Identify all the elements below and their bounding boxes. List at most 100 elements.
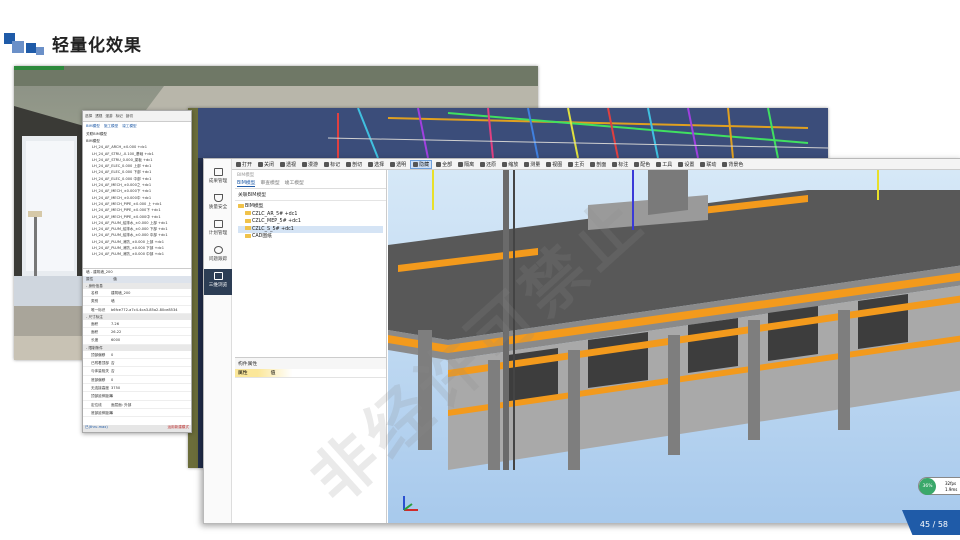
toolbar-button[interactable]: 配色 xyxy=(632,160,652,169)
toolbar-button[interactable]: 背景色 xyxy=(720,160,745,169)
toolbar-button[interactable]: 全部 xyxy=(434,160,454,169)
property-row: 底部延伸距离 0 xyxy=(83,409,191,418)
toolbar-item[interactable]: 标记 xyxy=(116,114,123,119)
toolbar-button[interactable]: 选择 xyxy=(366,160,386,169)
property-value: 面层面: 外部 xyxy=(111,402,132,407)
zoom-control[interactable]: 36% 32fps 1.9ms xyxy=(918,477,960,495)
toolbar-label: 剖切 xyxy=(352,161,363,168)
element-title: 墙 - 建筑墙_200 xyxy=(83,268,191,276)
toolbar-button[interactable]: 还原 xyxy=(478,160,498,169)
property-key: 底部延伸距离 xyxy=(91,410,113,415)
toolbar-button[interactable]: 剖面 xyxy=(588,160,608,169)
toolbar-item[interactable]: 漫游 xyxy=(105,114,112,119)
toolbar-button[interactable]: 打开 xyxy=(234,160,254,169)
toolbar-button[interactable]: 透视 xyxy=(278,160,298,169)
pin-icon xyxy=(324,161,330,167)
toolbar-button[interactable]: 透明 xyxy=(388,160,408,169)
hide-icon xyxy=(413,161,419,167)
toolbar-label: 视图 xyxy=(552,161,563,168)
tab-review-model[interactable]: 审查模型 xyxy=(260,179,279,187)
toolbar-button[interactable]: 标记 xyxy=(322,160,342,169)
plane-icon xyxy=(590,161,596,167)
tab-completion[interactable]: 竣工模型 xyxy=(122,124,136,129)
property-value: 0 xyxy=(111,410,114,415)
company-logo xyxy=(4,33,46,57)
toolbar-label: 测量 xyxy=(530,161,541,168)
toolbar-button[interactable]: 联动 xyxy=(698,160,718,169)
model-tree: BIM模型 LH_24_AF_ARCH_±0.000 +dc1 LH_24_AF_S… xyxy=(83,138,191,268)
toolbar-item[interactable]: 选择 xyxy=(85,114,92,119)
target-icon xyxy=(213,246,223,254)
toolbar-button[interactable]: 设置 xyxy=(676,160,696,169)
toolbar-item[interactable]: 透视 xyxy=(95,114,102,119)
tree-item[interactable]: CZLC_AR_5# +dc1 xyxy=(238,211,383,219)
header-property: 属性 xyxy=(86,277,94,281)
toolbar-button[interactable]: 缩放 xyxy=(500,160,520,169)
shield-icon xyxy=(213,194,223,202)
home-icon xyxy=(568,161,574,167)
nav-plan[interactable]: 计划管理 xyxy=(204,217,232,243)
tree-label: CZLC_S_5# +dc1 xyxy=(252,226,294,232)
nav-quality[interactable]: 质量安全 xyxy=(204,191,232,217)
axis-gizmo xyxy=(403,496,418,511)
property-key: 定位线 xyxy=(91,402,102,407)
property-row: 定位线 面层面: 外部 xyxy=(83,401,191,409)
nav-issues[interactable]: 问题跟踪 xyxy=(204,243,232,269)
toolbar-label: 缩放 xyxy=(508,161,519,168)
tree-label: BIM模型 xyxy=(245,204,264,209)
property-key: 面积 xyxy=(91,330,99,335)
status-left: 已(thru.max) xyxy=(85,425,108,429)
tab-bim[interactable]: BIM模型 xyxy=(86,124,100,129)
toolbar-label: 工具 xyxy=(662,161,673,168)
toolbar-button[interactable]: 剖切 xyxy=(344,160,364,169)
toolbar-label: 标注 xyxy=(618,161,629,168)
tree-root[interactable]: BIM模型 xyxy=(238,203,383,211)
toolbar-item[interactable]: 剖切 xyxy=(126,114,133,119)
nav-results[interactable]: 成果管理 xyxy=(204,165,232,191)
toolbar-button[interactable]: 主页 xyxy=(566,160,586,169)
side-nav: 成果管理 质量安全 计划管理 问题跟踪 三维浏览 xyxy=(204,159,232,523)
zoom-icon xyxy=(502,161,508,167)
property-row: 名称 建筑墙_200 xyxy=(83,289,191,298)
toolbar-button[interactable]: 关闭 xyxy=(256,160,276,169)
all-icon xyxy=(436,161,442,167)
props-header-value: 值 xyxy=(270,371,276,376)
property-row: 已附着顶部否 xyxy=(83,359,191,368)
panel-head: BIM模型 xyxy=(237,173,255,178)
toolbar-label: 关闭 xyxy=(264,161,275,168)
toolbar-button[interactable]: 漫游 xyxy=(300,160,320,169)
tab-bim-model[interactable]: BIM模型 xyxy=(237,179,256,187)
secondary-toolbar: 选择 透视 漫游 标记 剖切 xyxy=(83,111,191,122)
folder-icon xyxy=(245,211,251,215)
section-icon xyxy=(346,161,352,167)
property-value: 0 xyxy=(111,352,114,357)
annotate-icon xyxy=(612,161,618,167)
tree-item[interactable]: CAD图纸 xyxy=(238,233,383,241)
tree-label: CAD图纸 xyxy=(252,234,272,239)
tree-label: CZLC_MEP_5# +dc1 xyxy=(252,219,301,224)
status-right[interactable]: 运用新建模式 xyxy=(167,425,189,432)
toolbar-button[interactable]: 工具 xyxy=(654,160,674,169)
toolbar-button[interactable]: 标注 xyxy=(610,160,630,169)
property-key: 唯一标识 xyxy=(91,307,106,312)
tree-title: 关联BIM模型 xyxy=(86,132,108,136)
toolbar-button[interactable]: 视图 xyxy=(544,160,564,169)
nav-3d-browse[interactable]: 三维浏览 xyxy=(204,269,232,295)
nav-label: 问题跟踪 xyxy=(208,257,228,262)
main-toolbar: 打开 关闭 透视 漫游 标记 剖切 选择 透明 隐藏 全部 隔离 还原 缩放 测量 视图 主页 剖面 标注 配色 工具… xyxy=(232,159,960,170)
tree-item[interactable]: CZLC_S_5# +dc1 xyxy=(238,225,383,233)
nav-label: 计划管理 xyxy=(208,231,228,236)
tab-construction[interactable]: 施工模型 xyxy=(104,124,118,129)
toolbar-label: 透明 xyxy=(396,161,407,168)
close-icon xyxy=(258,161,264,167)
secondary-model-window: 选择 透视 漫游 标记 剖切 BIM模型 施工模型 竣工模型 关联BIM模型 B… xyxy=(82,110,192,433)
toolbar-button[interactable]: 隔离 xyxy=(456,160,476,169)
toolbar-button[interactable]: 测量 xyxy=(522,160,542,169)
toolbar-label: 全部 xyxy=(442,161,453,168)
tree-item[interactable]: LH_24_AF_PLUM_消防_±0.000 中部 +dc1 xyxy=(86,251,191,257)
tab-completion-model[interactable]: 竣工模型 xyxy=(285,179,304,187)
tree-item[interactable]: CZLC_MEP_5# +dc1 xyxy=(238,218,383,226)
toolbar-button[interactable]: 隐藏 xyxy=(410,159,433,169)
property-value: 0 xyxy=(111,394,114,399)
property-row: 面积 26.22 xyxy=(83,328,191,337)
